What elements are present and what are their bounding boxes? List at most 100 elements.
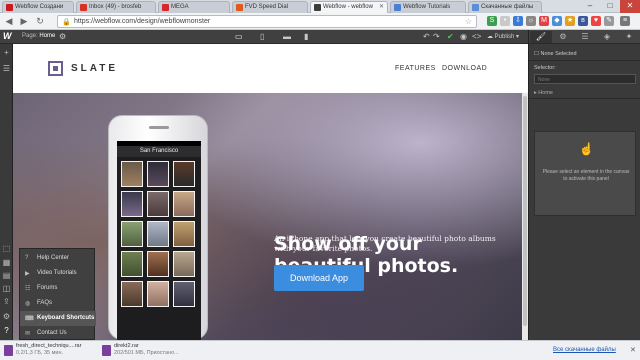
selector-input[interactable]: None <box>534 74 636 84</box>
export-icon[interactable]: ⇪ <box>2 297 11 306</box>
photo-thumbnail <box>147 251 169 277</box>
browser-tab-active[interactable]: Webflow - webflow ✕ <box>310 1 388 13</box>
screen: Webflow Создани Inbox (49) - brosfeb MEG… <box>0 0 640 360</box>
page-selector[interactable]: Page: Home <box>22 33 55 39</box>
extension-icon[interactable]: • <box>500 16 510 26</box>
download-item[interactable]: direkt2.rar 202/501 МБ, Приостано... <box>101 343 193 359</box>
browser-tab[interactable]: Webflow Tutorials <box>390 1 466 13</box>
vk-icon[interactable]: в <box>578 16 588 26</box>
menu-item-label: Video Tutorials <box>37 270 77 276</box>
home-label: Home <box>538 90 553 96</box>
help-icon[interactable]: ? <box>2 326 11 335</box>
browser-tab[interactable]: Скачанные файлы <box>468 1 542 13</box>
style-brush-icon[interactable]: 🖌 <box>530 31 552 43</box>
browser-tab[interactable]: MEGA <box>158 1 230 13</box>
maximize-button[interactable]: □ <box>600 0 620 13</box>
symbols-drop-icon[interactable]: ◈ <box>596 31 618 43</box>
question-icon: ? <box>25 255 29 261</box>
help-menu-item-keyboard-shortcuts[interactable]: ⌨ Keyboard Shortcuts <box>20 311 96 326</box>
mail-icon: ✉ <box>25 331 31 337</box>
symbols-icon[interactable]: ◫ <box>2 284 11 293</box>
settings-icon[interactable]: ⚙ <box>2 312 11 321</box>
brand-name[interactable]: SLATE <box>71 63 118 74</box>
photo-thumbnail <box>121 161 143 187</box>
select-icon[interactable]: ⬚ <box>2 244 11 253</box>
extension-icon[interactable]: ⇩ <box>513 16 523 26</box>
help-menu-item-forums[interactable]: ☷ Forums <box>20 281 96 296</box>
photo-thumbnail <box>173 251 195 277</box>
forward-icon[interactable]: ▶ <box>18 16 30 28</box>
archive-icon <box>102 345 111 356</box>
browser-tab[interactable]: Webflow Создани <box>2 1 74 13</box>
download-item[interactable]: fresh_direct_techniqu....rar 0,2/1,3 ГБ,… <box>3 343 98 359</box>
breadcrumb-home[interactable]: ▸ Home <box>534 90 553 96</box>
mail-extension-icon[interactable]: M <box>539 16 549 26</box>
back-icon[interactable]: ◀ <box>3 16 15 28</box>
download-app-button[interactable]: Download App <box>274 265 364 291</box>
canvas-scroll-thumb[interactable] <box>523 96 527 326</box>
site-header: SLATE FEATURES DOWNLOAD <box>13 44 528 93</box>
interactions-icon[interactable]: ✦ <box>618 31 640 43</box>
phone-portrait-icon[interactable]: ▮ <box>304 32 308 42</box>
downloads-icon <box>472 4 479 11</box>
browser-tab[interactable]: FVD Speed Dial <box>232 1 308 13</box>
add-element-icon[interactable]: + <box>2 48 11 57</box>
minimize-button[interactable]: – <box>580 0 600 13</box>
browser-tab[interactable]: Inbox (49) - brosfeb <box>76 1 156 13</box>
tab-label: Webflow Tutorials <box>403 4 451 10</box>
settings-gear-icon[interactable]: ⚙ <box>552 31 574 43</box>
navigator-icon[interactable]: ☰ <box>2 64 11 73</box>
undo-icon[interactable]: ↶ <box>423 32 430 42</box>
photo-thumbnail <box>121 251 143 277</box>
extension-icon[interactable]: ♥ <box>591 16 601 26</box>
bookmark-star-icon[interactable]: ☆ <box>465 17 472 26</box>
extension-icon[interactable]: ★ <box>565 16 575 26</box>
preview-icon[interactable]: ◉ <box>460 32 467 42</box>
url-input[interactable]: 🔒 https://webflow.com/design/webflowmons… <box>57 15 477 28</box>
tablet-view-icon[interactable]: ▯ <box>260 32 264 42</box>
reload-icon[interactable]: ↻ <box>34 16 46 28</box>
youtube-icon <box>6 4 13 11</box>
dashboard-icon[interactable]: ▦ <box>2 258 11 267</box>
help-menu-item-help-center[interactable]: ? Help Center <box>20 251 96 266</box>
tab-label: FVD Speed Dial <box>245 4 289 10</box>
close-window-button[interactable]: ✕ <box>620 0 640 13</box>
menu-icon[interactable]: ≡ <box>620 16 630 26</box>
extension-icon[interactable]: ◆ <box>552 16 562 26</box>
navigator-list-icon[interactable]: ☰ <box>574 31 596 43</box>
show-all-downloads-link[interactable]: Все скачанные файлы <box>553 347 616 353</box>
code-export-icon[interactable]: <> <box>472 32 481 42</box>
menu-item-label: FAQs <box>37 300 53 306</box>
empty-panel-message: Please select an element in the canvas t… <box>542 169 630 182</box>
publish-button[interactable]: ☁ Publish ▾ <box>487 32 521 42</box>
assets-icon[interactable]: ▤ <box>2 271 11 280</box>
extension-icon[interactable]: ☼ <box>526 16 536 26</box>
hero-subtext[interactable]: An iPhone app that lets you create beaut… <box>274 234 499 254</box>
redo-icon[interactable]: ↷ <box>433 32 440 42</box>
download-status: 0,2/1,3 ГБ, 35 мин. <box>16 350 64 356</box>
phone-landscape-icon[interactable]: ▬ <box>283 32 291 42</box>
close-downloads-icon[interactable]: ✕ <box>630 346 636 354</box>
help-menu-item-contact-us[interactable]: ✉ Contact Us <box>20 326 96 341</box>
nav-link-features[interactable]: FEATURES <box>395 65 436 72</box>
webflow-logo[interactable]: W <box>3 31 12 41</box>
slate-logo-icon[interactable] <box>48 61 63 76</box>
speed-dial-icon <box>236 4 243 11</box>
none-selected-indicator: ☐ None Selected <box>534 51 577 57</box>
nav-link-download[interactable]: DOWNLOAD <box>442 65 487 72</box>
tab-label: Скачанные файлы <box>481 4 534 10</box>
photo-thumbnail <box>121 191 143 217</box>
url-text: https://webflow.com/design/webflowmonste… <box>74 18 211 25</box>
publish-label: Publish <box>494 34 515 40</box>
page-settings-icon[interactable]: ⚙ <box>59 32 66 42</box>
extension-icon[interactable]: ✎ <box>604 16 614 26</box>
close-tab-icon[interactable]: ✕ <box>379 3 384 10</box>
download-filename: fresh_direct_techniqu....rar <box>16 343 82 349</box>
photo-thumbnail <box>173 191 195 217</box>
extension-icon[interactable]: S <box>487 16 497 26</box>
desktop-view-icon[interactable]: ▭ <box>235 32 243 42</box>
none-selected-label: None Selected <box>540 51 577 57</box>
help-menu-item-faqs[interactable]: ◍ FAQs <box>20 296 96 311</box>
photo-thumbnail <box>121 221 143 247</box>
help-menu-item-video-tutorials[interactable]: ▶ Video Tutorials <box>20 266 96 281</box>
